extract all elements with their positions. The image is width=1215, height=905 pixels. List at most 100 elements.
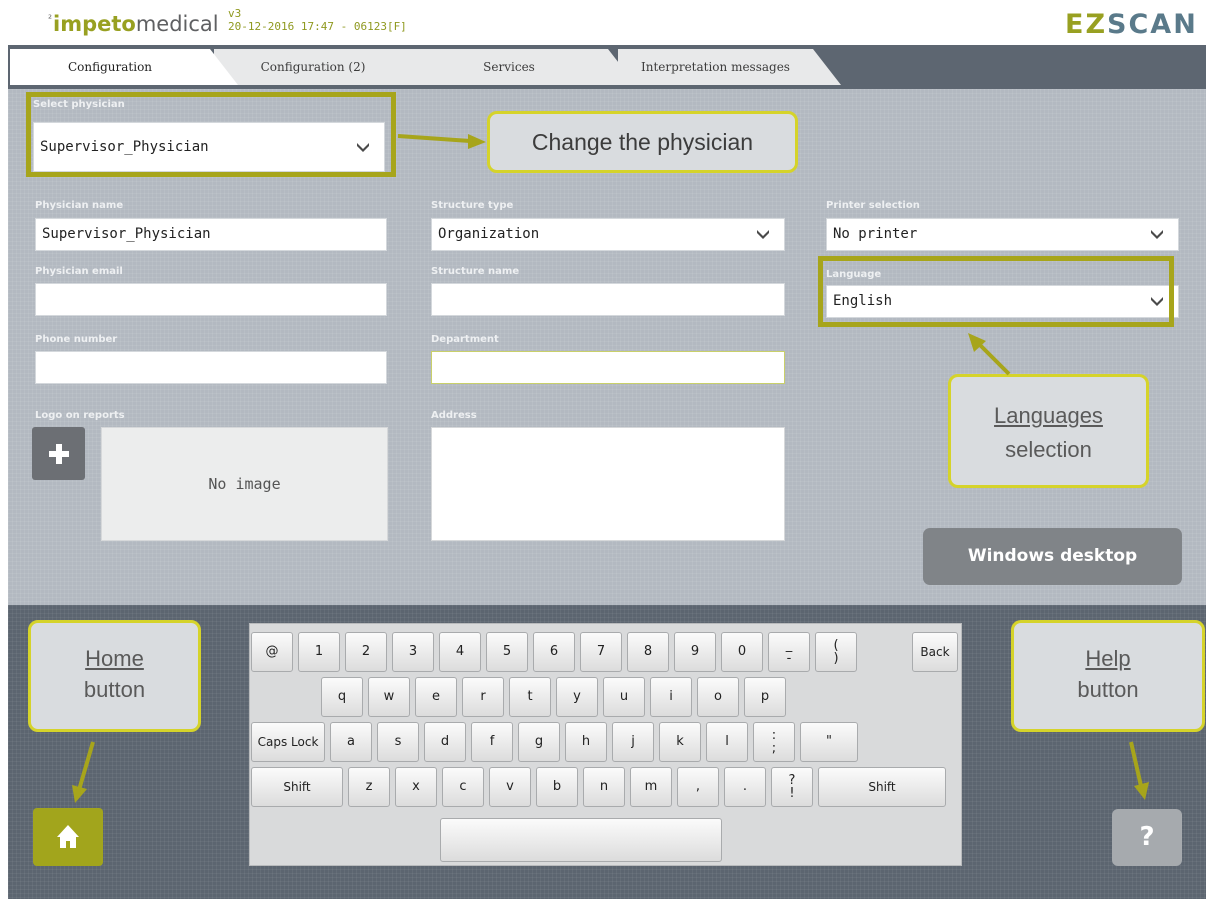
key-9[interactable]: 9 xyxy=(674,632,716,672)
key-q[interactable]: q xyxy=(321,677,363,717)
windows-desktop-button[interactable]: Windows desktop xyxy=(923,528,1182,585)
phone-number-label: Phone number xyxy=(35,334,118,345)
printer-selection-dropdown[interactable]: No printer xyxy=(826,218,1179,251)
key-d[interactable]: d xyxy=(424,722,466,762)
version-label: v3 xyxy=(228,7,242,20)
key-0[interactable]: 0 xyxy=(721,632,763,672)
languages-callout-line2: selection xyxy=(1005,437,1092,462)
key-at[interactable]: @ xyxy=(251,632,293,672)
chevron-down-icon xyxy=(757,230,769,239)
languages-selection-callout: Languages selection xyxy=(948,374,1149,488)
key-e[interactable]: e xyxy=(415,677,457,717)
key-t[interactable]: t xyxy=(509,677,551,717)
structure-type-value: Organization xyxy=(438,226,540,242)
home-icon xyxy=(57,825,79,848)
no-image-text: No image xyxy=(208,475,281,493)
key-y[interactable]: y xyxy=(556,677,598,717)
structure-name-input[interactable] xyxy=(431,283,785,316)
key-f[interactable]: f xyxy=(471,722,513,762)
tab-configuration[interactable]: Configuration xyxy=(10,49,238,85)
key-quote[interactable]: " xyxy=(800,722,858,762)
structure-type-dropdown[interactable]: Organization xyxy=(431,218,785,251)
key-b[interactable]: b xyxy=(536,767,578,807)
physician-name-value: Supervisor_Physician xyxy=(42,226,211,242)
key-4[interactable]: 4 xyxy=(439,632,481,672)
printer-selection-value: No printer xyxy=(833,226,918,242)
version-info: v3 20-12-2016 17:47 - 06123[F] xyxy=(228,7,407,33)
key-v[interactable]: v xyxy=(489,767,531,807)
key-2[interactable]: 2 xyxy=(345,632,387,672)
brand-scan-text: SCAN xyxy=(1107,9,1198,40)
address-label: Address xyxy=(431,410,477,421)
key-shift-left[interactable]: Shift xyxy=(251,767,343,807)
key-back[interactable]: Back xyxy=(912,632,958,672)
home-callout-line1: Home xyxy=(85,646,144,671)
help-callout-line2: button xyxy=(1077,677,1139,702)
help-button-callout: Help button xyxy=(1011,620,1205,732)
tab-configuration-2[interactable]: Configuration (2) xyxy=(214,49,440,85)
datetime-label: 20-12-2016 17:47 - 06123[F] xyxy=(228,20,407,33)
key-dash[interactable]: _ - xyxy=(768,632,810,672)
key-s[interactable]: s xyxy=(377,722,419,762)
key-7[interactable]: 7 xyxy=(580,632,622,672)
key-o[interactable]: o xyxy=(697,677,739,717)
physician-email-label: Physician email xyxy=(35,266,123,277)
key-p[interactable]: p xyxy=(744,677,786,717)
physician-name-label: Physician name xyxy=(35,200,124,211)
logo-preview: No image xyxy=(101,427,388,541)
key-a[interactable]: a xyxy=(330,722,372,762)
add-logo-button[interactable] xyxy=(32,427,85,480)
physician-name-input[interactable]: Supervisor_Physician xyxy=(35,218,387,251)
key-m[interactable]: m xyxy=(630,767,672,807)
key-semicolon[interactable]: :; xyxy=(753,722,795,762)
logo-superscript: ² xyxy=(48,14,53,25)
key-w[interactable]: w xyxy=(368,677,410,717)
home-button[interactable] xyxy=(33,808,103,866)
chevron-down-icon xyxy=(1151,230,1163,239)
key-5[interactable]: 5 xyxy=(486,632,528,672)
key-paren[interactable]: () xyxy=(815,632,857,672)
address-textarea[interactable] xyxy=(431,427,785,541)
key-j[interactable]: j xyxy=(612,722,654,762)
key-paren-bottom: ) xyxy=(833,651,839,666)
structure-type-label: Structure type xyxy=(431,200,514,211)
key-k[interactable]: k xyxy=(659,722,701,762)
change-physician-callout: Change the physician xyxy=(487,111,798,173)
key-i[interactable]: i xyxy=(650,677,692,717)
physician-email-input[interactable] xyxy=(35,283,387,316)
key-space[interactable] xyxy=(440,818,722,862)
key-n[interactable]: n xyxy=(583,767,625,807)
key-8[interactable]: 8 xyxy=(627,632,669,672)
key-question[interactable]: ?! xyxy=(771,767,813,807)
key-c[interactable]: c xyxy=(442,767,484,807)
tab-interpretation-messages[interactable]: Interpretation messages xyxy=(618,49,841,85)
key-6[interactable]: 6 xyxy=(533,632,575,672)
key-g[interactable]: g xyxy=(518,722,560,762)
change-physician-text: Change the physician xyxy=(531,129,754,155)
department-input[interactable] xyxy=(431,351,785,384)
key-h[interactable]: h xyxy=(565,722,607,762)
logo-medical-text: medical xyxy=(135,12,219,36)
key-comma[interactable]: , xyxy=(677,767,719,807)
home-button-callout: Home button xyxy=(28,620,201,732)
phone-number-input[interactable] xyxy=(35,351,387,384)
key-dash-bottom: - xyxy=(786,651,792,666)
key-caps-lock[interactable]: Caps Lock xyxy=(251,722,325,762)
key-u[interactable]: u xyxy=(603,677,645,717)
key-1[interactable]: 1 xyxy=(298,632,340,672)
help-callout-line1: Help xyxy=(1085,646,1131,671)
key-period[interactable]: . xyxy=(724,767,766,807)
help-button[interactable]: ? xyxy=(1112,809,1182,866)
key-l[interactable]: l xyxy=(706,722,748,762)
key-z[interactable]: z xyxy=(348,767,390,807)
key-shift-right[interactable]: Shift xyxy=(818,767,946,807)
languages-callout-line1: Languages xyxy=(994,403,1103,428)
ezscan-logo: EZSCAN xyxy=(1065,9,1198,40)
key-3[interactable]: 3 xyxy=(392,632,434,672)
impeto-logo: ²impetomedical xyxy=(48,12,219,36)
help-icon: ? xyxy=(1139,822,1155,852)
key-r[interactable]: r xyxy=(462,677,504,717)
logo-on-reports-label: Logo on reports xyxy=(35,410,125,421)
department-label: Department xyxy=(431,334,499,345)
key-x[interactable]: x xyxy=(395,767,437,807)
